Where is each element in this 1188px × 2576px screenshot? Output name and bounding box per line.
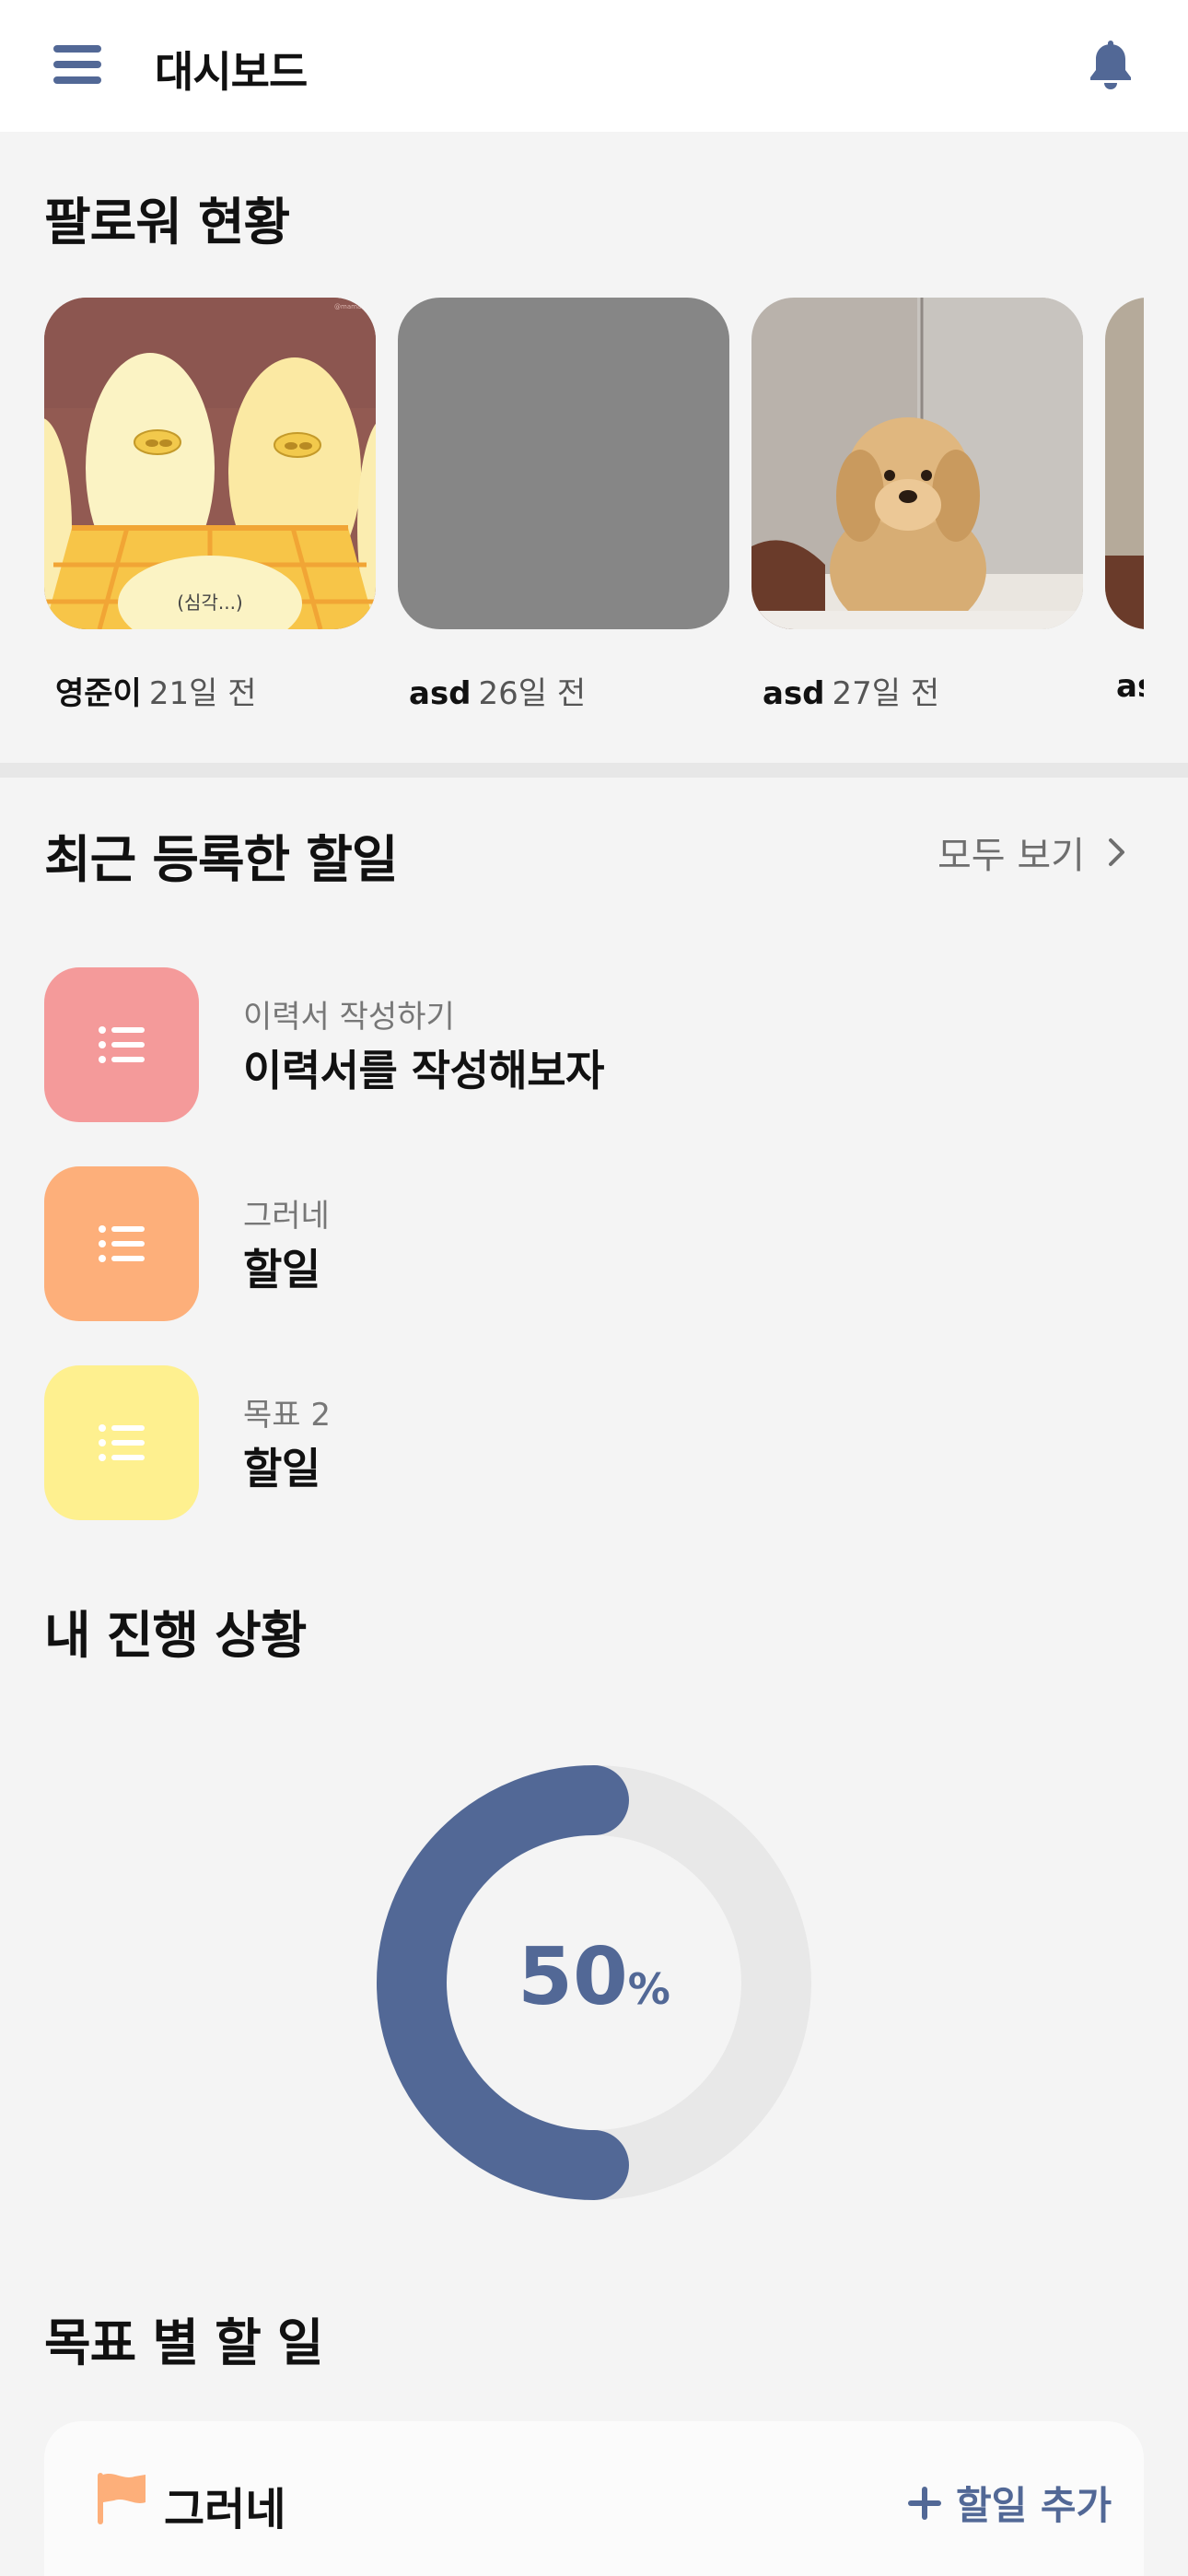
follower-avatar	[398, 298, 729, 629]
follower-name: asd	[763, 675, 825, 712]
follower-name: 영준이	[55, 675, 142, 712]
menu-icon[interactable]	[53, 45, 101, 84]
progress-value: 50	[518, 1931, 628, 2023]
todo-title: 할일	[243, 1245, 320, 1294]
see-all-label: 모두 보기	[938, 835, 1085, 877]
follower-caption: as	[1116, 668, 1144, 705]
todo-icon-tile	[44, 1365, 199, 1520]
follower-time: 27일 전	[832, 675, 940, 712]
todo-icon-tile	[44, 967, 199, 1122]
thumb-watermark: @mamafarm	[334, 303, 376, 310]
follower-avatar: (심각...) @mamafarm	[44, 298, 376, 629]
list-icon	[99, 1026, 145, 1063]
follower-card[interactable]: asd 26일 전	[398, 298, 729, 712]
bell-icon[interactable]	[1087, 39, 1135, 90]
todo-title: 이력서를 작성해보자	[243, 1046, 604, 1095]
follower-time: 26일 전	[478, 675, 587, 712]
plus-icon	[908, 2486, 941, 2520]
progress-percentage: 50%	[376, 1931, 812, 2023]
todo-item[interactable]: 이력서 작성하기 이력서를 작성해보자	[44, 967, 1057, 1122]
follower-card[interactable]: (심각...) @mamafarm 영준이 21일 전	[44, 298, 376, 712]
add-task-label: 할일 추가	[956, 2483, 1112, 2528]
list-icon	[99, 1424, 145, 1461]
goals-section-title: 목표 별 할 일	[44, 2313, 323, 2372]
follower-time: 21일 전	[148, 675, 257, 712]
list-icon	[99, 1225, 145, 1262]
page-title: 대시보드	[155, 47, 308, 97]
flag-icon	[98, 2473, 146, 2524]
todo-item[interactable]: 목표 2 할일	[44, 1365, 1057, 1520]
todo-item[interactable]: 그러네 할일	[44, 1166, 1057, 1321]
goal-card[interactable]: 그러네 할일 추가	[44, 2421, 1144, 2576]
recent-todos-title: 최근 등록한 할일	[44, 830, 398, 889]
follower-caption: asd 26일 전	[409, 668, 586, 713]
todo-category: 목표 2	[243, 1397, 331, 1434]
add-task-button[interactable]: 할일 추가	[906, 2475, 1112, 2531]
follower-avatar	[1105, 298, 1144, 629]
follower-caption: 영준이 21일 전	[55, 668, 256, 713]
followers-section-title: 팔로워 현황	[44, 193, 290, 252]
thumb-caption: (심각...)	[177, 591, 242, 614]
see-all-link[interactable]: 모두 보기	[938, 825, 1127, 879]
todo-title: 할일	[243, 1444, 320, 1493]
app-header: 대시보드	[0, 0, 1188, 132]
section-divider	[0, 763, 1188, 778]
progress-unit: %	[627, 1964, 670, 2014]
todo-category: 이력서 작성하기	[243, 999, 455, 1036]
follower-avatar	[751, 298, 1083, 629]
follower-card[interactable]: as	[1105, 298, 1144, 705]
goal-name: 그러네	[164, 2484, 286, 2535]
follower-card[interactable]: asd 27일 전	[751, 298, 1083, 712]
follower-caption: asd 27일 전	[763, 668, 939, 713]
follower-carousel[interactable]: (심각...) @mamafarm 영준이 21일 전 asd 26일 전 as…	[44, 298, 1144, 721]
todo-category: 그러네	[243, 1198, 330, 1235]
follower-name: asd	[409, 675, 472, 712]
progress-section-title: 내 진행 상황	[44, 1606, 307, 1665]
chevron-right-icon	[1108, 838, 1124, 866]
todo-icon-tile	[44, 1166, 199, 1321]
follower-name: as	[1116, 668, 1144, 705]
